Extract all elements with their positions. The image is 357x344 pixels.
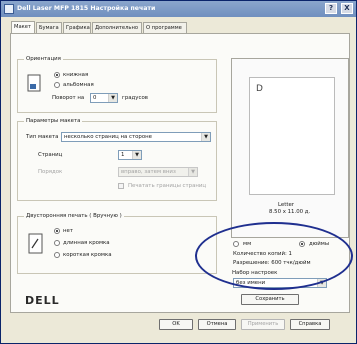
rotate-unit: градусов [122,95,148,101]
svg-text:D: D [256,84,263,94]
duplex-long-label: длинная кромка [63,240,110,246]
help-title-button[interactable]: ? [325,3,337,14]
ok-button[interactable]: OK [159,319,193,330]
chevron-down-icon: ▼ [132,151,141,159]
highlight-ellipse [195,222,353,290]
rotate-value: 0 [93,95,97,101]
help-button[interactable]: Справка [290,319,330,330]
dell-logo: DELL [25,294,60,307]
rotate-label: Поворот на [52,95,85,101]
duplex-short-label: короткая кромка [63,252,112,258]
chevron-down-icon: ▼ [108,94,117,102]
page-number-icon: D [256,84,263,94]
tab-advanced[interactable]: Дополнительно [92,22,142,33]
duplex-label: Двусторонняя печать ( Вручную ) [24,213,124,219]
save-preset-button[interactable]: Сохранить [241,294,299,305]
duplex-page-icon [28,233,43,254]
duplex-long-radio[interactable] [54,240,60,246]
order-label: Порядок [38,169,63,175]
tab-graphics[interactable]: Графика [63,22,91,33]
duplex-group: Двусторонняя печать ( Вручную ) нет длин… [17,213,217,274]
page-borders-label: Печатать границы страниц [128,183,207,189]
duplex-none-radio[interactable] [54,228,60,234]
order-select[interactable]: вправо, затем вниз ▼ [118,167,198,177]
portrait-radio[interactable] [54,72,60,78]
printer-settings-window: Dell Laser MFP 1815 Настройка печати ? X… [0,0,357,344]
order-value: вправо, затем вниз [121,169,176,175]
pages-value: 1 [121,152,125,158]
pages-label: Страниц [38,152,63,158]
layout-options-group: Параметры макета Тип макета несколько ст… [17,118,217,201]
landscape-radio[interactable] [54,82,60,88]
chevron-down-icon: ▼ [188,168,197,176]
landscape-label: альбомная [63,82,94,88]
duplex-short-radio[interactable] [54,252,60,258]
page-preview: D Letter 8.50 x 11.00 д. [231,58,349,238]
printer-app-icon [4,4,14,14]
layout-type-value: несколько страниц на стороне [64,134,152,140]
cancel-button[interactable]: Отмена [198,319,236,330]
tab-paper[interactable]: Бумага [36,22,62,33]
chevron-down-icon: ▼ [201,133,210,141]
page-borders-checkbox[interactable] [118,183,124,189]
pages-select[interactable]: 1 ▼ [118,150,142,160]
layout-panel: Ориентация книжная альбомная Поворот на … [10,33,353,313]
preview-page: D [249,77,335,195]
close-button[interactable]: X [341,3,353,14]
paper-size: 8.50 x 11.00 д. [269,209,311,215]
apply-button[interactable]: Применить [241,319,285,330]
layout-options-label: Параметры макета [24,118,83,124]
layout-type-label: Тип макета [26,134,59,140]
paper-name: Letter [278,202,294,208]
title-bar: Dell Laser MFP 1815 Настройка печати ? X [1,1,356,17]
orientation-label: Ориентация [24,56,63,62]
portrait-page-icon [27,74,41,92]
rotate-select[interactable]: 0 ▼ [90,93,118,103]
window-title: Dell Laser MFP 1815 Настройка печати [17,5,156,12]
layout-type-select[interactable]: несколько страниц на стороне ▼ [61,132,211,142]
tab-about[interactable]: О программе [143,22,187,33]
orientation-group: Ориентация книжная альбомная Поворот на … [17,56,217,113]
portrait-label: книжная [63,72,89,78]
duplex-none-label: нет [63,228,73,234]
